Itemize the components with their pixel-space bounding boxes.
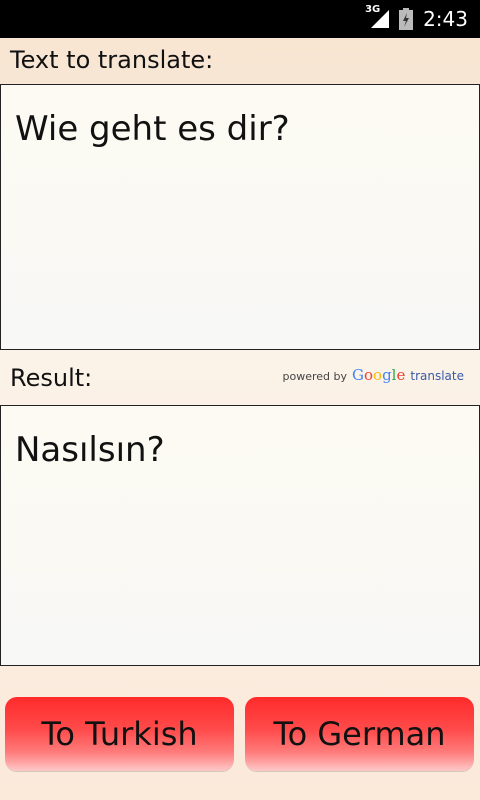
result-label: Result: <box>10 364 93 392</box>
to-turkish-button[interactable]: To Turkish <box>5 697 234 771</box>
powered-by-text: powered by <box>282 370 348 383</box>
to-german-button[interactable]: To German <box>245 697 474 771</box>
input-label: Text to translate: <box>10 46 214 74</box>
result-text: Nasılsın? <box>15 430 165 470</box>
status-time: 2:43 <box>423 7 468 31</box>
status-bar: 3G 2:43 <box>0 0 480 38</box>
input-label-row: Text to translate: <box>0 38 480 84</box>
source-text-input[interactable]: Wie geht es dir? <box>0 84 480 350</box>
google-logo: Google <box>352 366 406 384</box>
result-text-box[interactable]: Nasılsın? <box>0 405 480 666</box>
signal-icon: 3G <box>365 4 390 30</box>
to-turkish-label: To Turkish <box>41 715 198 753</box>
result-label-row: Result: powered by Google translate <box>0 350 480 405</box>
status-icons: 3G 2:43 <box>365 0 468 38</box>
google-translate-attribution: powered by Google translate <box>283 366 464 384</box>
battery-charging-icon <box>399 8 414 30</box>
source-text: Wie geht es dir? <box>15 109 290 149</box>
to-german-label: To German <box>273 715 446 753</box>
translate-text: translate <box>410 369 464 383</box>
